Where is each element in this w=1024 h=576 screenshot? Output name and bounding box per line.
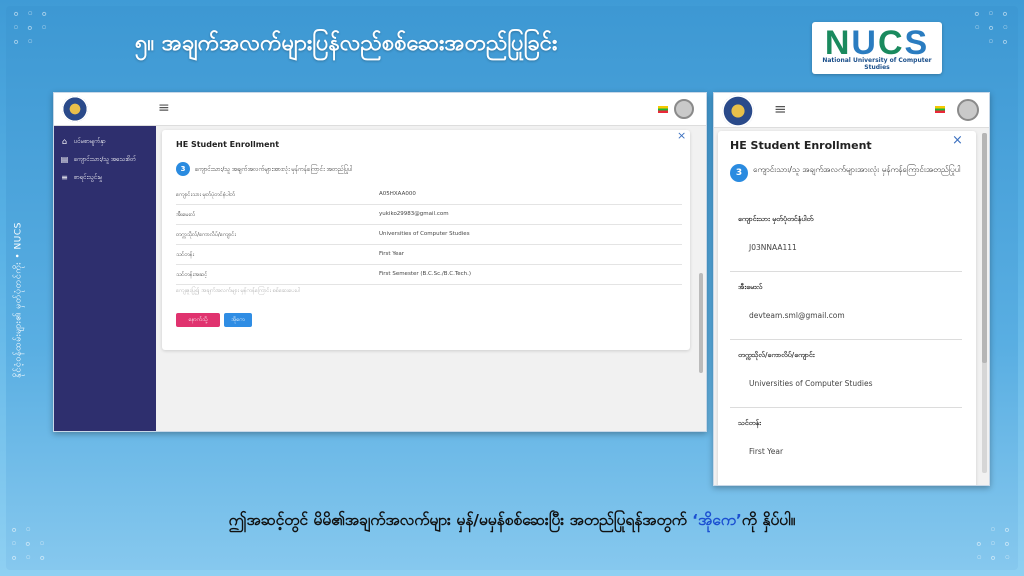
field-label: ကျောင်းသား မှတ်ပုံတင်နံပါတ်: [738, 215, 814, 223]
sidebar-item-label: ပင်မစာမျက်နှာ: [74, 137, 106, 145]
myanmar-flag-icon[interactable]: [935, 106, 945, 113]
field-label: ကျောင်းသား မှတ်ပုံတင်နံပါတ်: [176, 192, 235, 198]
field-value: First Year: [379, 251, 404, 257]
sidebar: ⌂ ပင်မစာမျက်နှာ ▤ ကျောင်းသား/သူ အသေးစိတ်…: [54, 126, 156, 431]
home-icon: ⌂: [61, 136, 68, 146]
university-crest-icon: [722, 95, 754, 127]
scrollbar[interactable]: [699, 273, 703, 373]
step-text: ကျောင်းသား/သူ အချက်အလက်များအားလုံး မှန်က…: [195, 165, 353, 173]
sidebar-item-enrollment[interactable]: ≡ စာရင်းသွင်းမှု: [54, 168, 156, 186]
field-value: yukiko29983@gmail.com: [379, 211, 449, 217]
table-row: သင်တန်းအဆင့် First Semester (B.C.Sc./B.C…: [176, 265, 682, 285]
sidebar-item-label: စာရင်းသွင်းမှု: [74, 173, 103, 181]
step-header: 3 ကျောင်းသား/သူ အချက်အလက်များအားလုံး မှန…: [176, 162, 353, 176]
table-row: အီးမေးလ် yukiko29983@gmail.com: [176, 205, 682, 225]
side-caption: နိုင်ငံ့ဝန်ထမ်းများ၏ မှတ်ပုံတင်ကိုး • NU…: [13, 222, 24, 378]
field-label: သင်တန်း: [738, 419, 761, 427]
field-block: တက္ကသိုလ်/ကောလိပ်/ကျောင်း Universities o…: [730, 339, 962, 408]
table-row: တက္ကသိုလ်/ကောလိပ်/ကျောင်း Universities o…: [176, 225, 682, 245]
decoration-pattern: ∘ ◦ ∘ ◦ ∘ ◦ ◦ ∘: [972, 7, 1010, 50]
myanmar-flag-icon[interactable]: [658, 106, 668, 113]
field-block: အီးမေးလ် devteam.sml@gmail.com: [730, 271, 962, 340]
field-value: First Semester (B.C.Sc./B.C.Tech.): [379, 271, 472, 277]
step-number-badge: 3: [730, 164, 748, 182]
table-row: ကျောင်းသား မှတ်ပုံတင်နံပါတ် A05HXAA000: [176, 185, 682, 205]
confirm-note: ကျေးဇူးပြု၍ အချက်အလက်များ မှန်ကန်ကြောင်း…: [176, 288, 300, 294]
enrollment-icon: ▤: [60, 154, 69, 164]
field-label: တက္ကသိုလ်/ကောလိပ်/ကျောင်း: [738, 351, 815, 359]
close-icon[interactable]: ×: [677, 129, 686, 142]
field-label: အီးမေးလ်: [738, 283, 763, 291]
scrollbar[interactable]: [982, 133, 987, 473]
enrollment-card: HE Student Enrollment 3 ကျောင်းသား/သူ အခ…: [162, 130, 690, 350]
desktop-screenshot: ≡ ⌂ ပင်မစာမျက်နှာ ▤ ကျောင်းသား/သူ အသေးစိ…: [53, 92, 707, 432]
slide-title: ၅။ အချက်အလက်များပြန်လည်စစ်ဆေးအတည်ပြုခြင်…: [135, 31, 558, 56]
field-block: သင်တန်း First Year: [730, 407, 962, 475]
decoration-pattern: ∘ ◦ ∘ ◦ ∘ ◦ ∘ ◦: [12, 7, 50, 50]
field-value: devteam.sml@gmail.com: [749, 311, 845, 320]
sidebar-item-student-details[interactable]: ▤ ကျောင်းသား/သူ အသေးစိတ်: [54, 150, 156, 168]
field-block: ကျောင်းသား မှတ်ပုံတင်နံပါတ် J03NNAA111: [730, 203, 962, 272]
sidebar-item-label: ကျောင်းသား/သူ အသေးစိတ်: [74, 155, 136, 163]
step-text: ကျောင်းသား/သူ အချက်အလက်များအားလုံး မှန်က…: [753, 165, 961, 174]
back-button[interactable]: နောက်သို့: [176, 313, 220, 327]
user-avatar-icon[interactable]: [957, 99, 979, 121]
field-value: Universities of Computer Studies: [749, 379, 873, 388]
menu-toggle-icon[interactable]: ≡: [158, 100, 170, 116]
field-label: အီးမေးလ်: [176, 212, 196, 218]
university-crest-icon: [62, 96, 88, 122]
table-row: သင်တန်း First Year: [176, 245, 682, 265]
close-icon[interactable]: ×: [952, 133, 963, 148]
list-icon: ≡: [61, 172, 68, 182]
card-title: HE Student Enrollment: [730, 139, 872, 152]
card-title: HE Student Enrollment: [176, 140, 280, 149]
field-value: A05HXAA000: [379, 191, 416, 197]
mobile-screenshot: ≡ HE Student Enrollment 3 ကျောင်းသား/သူ …: [713, 92, 990, 486]
top-navbar: ≡: [714, 93, 989, 128]
field-value: J03NNAA111: [749, 243, 797, 252]
caption-highlight: ‘အိုကေ’: [692, 511, 742, 529]
main-content: HE Student Enrollment 3 ကျောင်းသား/သူ အခ…: [157, 126, 706, 431]
field-label: သင်တန်းအဆင့်: [176, 272, 208, 278]
scrollbar-thumb[interactable]: [982, 133, 987, 363]
nucs-logo: NUCS National University of Computer Stu…: [812, 22, 942, 74]
step-number-badge: 3: [176, 162, 190, 176]
top-navbar: ≡: [54, 93, 706, 126]
field-value: First Year: [749, 447, 784, 456]
menu-toggle-icon[interactable]: ≡: [774, 100, 787, 118]
logo-subtitle: National University of Computer Studies: [822, 57, 932, 71]
field-label: သင်တန်း: [176, 252, 194, 258]
enrollment-card: HE Student Enrollment 3 ကျောင်းသား/သူ အခ…: [718, 131, 976, 485]
user-avatar-icon[interactable]: [674, 99, 694, 119]
field-label: တက္ကသိုလ်/ကောလိပ်/ကျောင်း: [176, 232, 236, 238]
instruction-caption: ဤအဆင့်တွင် မိမိ၏အချက်အလက်များ မှန်/မမှန်…: [228, 511, 796, 529]
sidebar-item-home[interactable]: ⌂ ပင်မစာမျက်နှာ: [54, 132, 156, 150]
ok-button[interactable]: အိုကေ: [224, 313, 252, 327]
field-value: Universities of Computer Studies: [379, 231, 470, 237]
step-header: 3 ကျောင်းသား/သူ အချက်အလက်များအားလုံး မှန…: [730, 163, 962, 182]
